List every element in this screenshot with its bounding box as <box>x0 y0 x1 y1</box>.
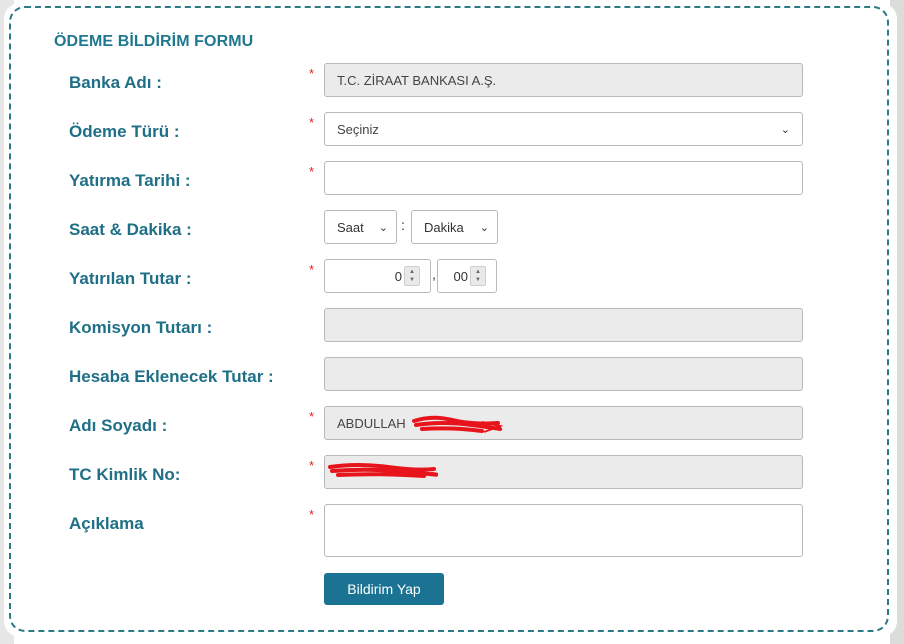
hour-select[interactable]: Saat ⌄ <box>324 210 397 244</box>
required-mark: * <box>309 164 315 179</box>
minute-select[interactable]: Dakika ⌄ <box>411 210 498 244</box>
description-label: Açıklama <box>69 514 144 533</box>
amount-whole-input[interactable]: 0 ▲ ▼ <box>324 259 431 293</box>
commission-label: Komisyon Tutarı : <box>69 318 213 337</box>
amount-decimal-value: 00 <box>453 268 468 284</box>
name-field[interactable]: ABDULLAH <box>324 406 803 440</box>
time-separator: : <box>401 217 405 233</box>
payment-type-value: Seçiniz <box>337 121 379 137</box>
amount-separator: , <box>432 266 436 282</box>
bank-field[interactable]: T.C. ZİRAAT BANKASI A.Ş. <box>324 63 803 97</box>
required-mark: * <box>309 262 315 277</box>
submit-button[interactable]: Bildirim Yap <box>324 573 444 605</box>
account-amount-label: Hesaba Eklenecek Tutar : <box>69 367 274 386</box>
name-value: ABDULLAH <box>337 415 406 431</box>
description-textarea[interactable] <box>324 504 803 557</box>
amount-label: Yatırılan Tutar : <box>69 269 192 288</box>
amount-decimal-input[interactable]: 00 ▲ ▼ <box>437 259 497 293</box>
required-mark: * <box>309 458 315 473</box>
spinner-arrows-icon[interactable]: ▲ ▼ <box>404 266 420 286</box>
commission-field[interactable] <box>324 308 803 342</box>
deposit-date-label: Yatırma Tarihi : <box>69 171 191 190</box>
required-mark: * <box>309 115 315 130</box>
time-label: Saat & Dakika : <box>69 220 192 239</box>
form-title: ÖDEME BİLDİRİM FORMU <box>54 33 254 50</box>
bank-label: Banka Adı : <box>69 73 162 92</box>
chevron-down-icon: ⌄ <box>780 123 790 136</box>
spinner-arrows-icon[interactable]: ▲ ▼ <box>470 266 486 286</box>
name-label: Adı Soyadı : <box>69 416 168 435</box>
hour-value: Saat <box>337 219 364 235</box>
amount-whole-value: 0 <box>394 268 402 284</box>
deposit-date-input[interactable] <box>324 161 803 195</box>
payment-type-select[interactable]: Seçiniz ⌄ <box>324 112 803 146</box>
redaction-scribble <box>412 415 504 433</box>
bank-value: T.C. ZİRAAT BANKASI A.Ş. <box>337 72 497 88</box>
required-mark: * <box>309 66 315 81</box>
chevron-down-icon: ⌄ <box>378 221 388 234</box>
account-amount-field[interactable] <box>324 357 803 391</box>
tc-id-label: TC Kimlik No: <box>69 465 181 484</box>
minute-value: Dakika <box>424 219 464 235</box>
required-mark: * <box>309 409 315 424</box>
redaction-scribble <box>328 463 438 478</box>
required-mark: * <box>309 507 315 522</box>
chevron-down-icon: ⌄ <box>479 221 489 234</box>
payment-type-label: Ödeme Türü : <box>69 122 180 141</box>
